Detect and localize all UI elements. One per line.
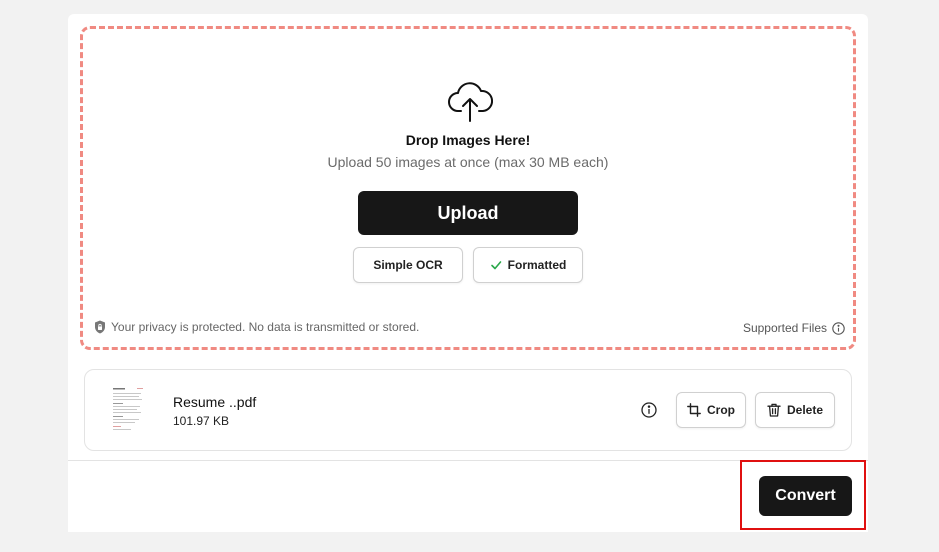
image-dropzone[interactable]: Drop Images Here! Upload 50 images at on… [80,26,856,350]
formatted-button[interactable]: Formatted [473,247,583,283]
info-icon [832,321,845,335]
dropzone-title: Drop Images Here! [405,132,531,148]
formatted-label: Formatted [507,258,567,272]
lock-icon [95,320,105,334]
file-thumbnail [109,384,147,436]
file-size: 101.97 KB [173,414,230,428]
file-list-item: Resume ..pdf 101.97 KB Crop Delete [84,369,852,451]
info-icon[interactable] [641,402,657,418]
privacy-notice: Your privacy is protected. No data is tr… [94,320,419,334]
trash-icon [767,403,781,417]
cloud-upload-icon [448,82,493,122]
simple-ocr-button[interactable]: Simple OCR [353,247,463,283]
convert-button[interactable]: Convert [759,476,852,516]
dropzone-subtitle: Upload 50 images at once (max 30 MB each… [327,154,609,170]
file-name: Resume ..pdf [173,394,257,410]
check-icon [490,261,501,270]
privacy-text: Your privacy is protected. No data is tr… [111,320,420,334]
crop-button[interactable]: Crop [676,392,746,428]
delete-button[interactable]: Delete [755,392,835,428]
supported-files-label: Supported Files [742,321,827,335]
supported-files-link[interactable]: Supported Files [743,321,845,335]
crop-label: Crop [707,403,735,417]
upload-button[interactable]: Upload [358,191,578,235]
converter-card: Drop Images Here! Upload 50 images at on… [68,14,868,532]
simple-ocr-label: Simple OCR [373,258,443,272]
delete-label: Delete [786,403,824,417]
crop-icon [687,403,701,417]
